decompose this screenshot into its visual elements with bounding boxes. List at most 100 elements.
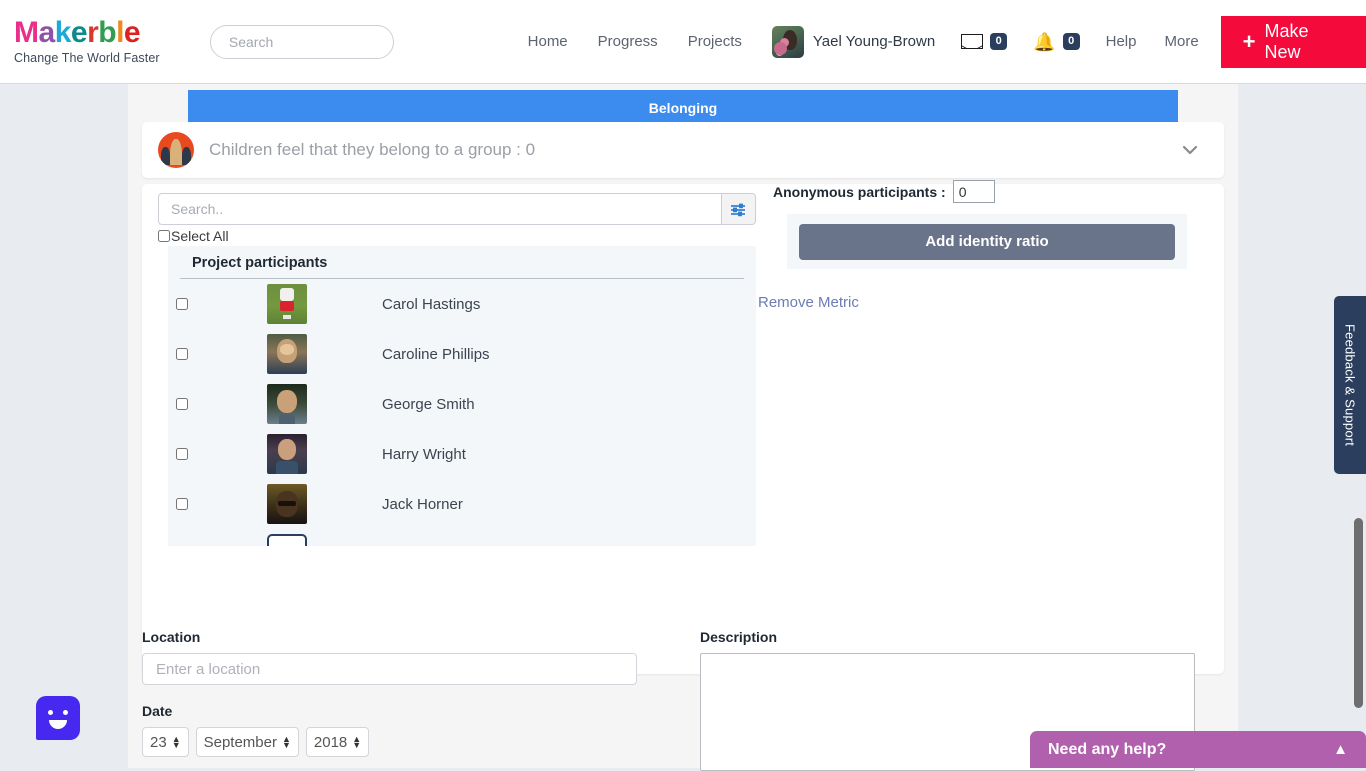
section-banner-belonging: Belonging xyxy=(188,90,1178,126)
metric-detail-panel: Select All Project participants Carol Ha… xyxy=(142,180,1224,674)
group-people-icon xyxy=(158,132,194,168)
make-new-label: Make New xyxy=(1264,20,1309,62)
participant-photo xyxy=(267,334,307,374)
sliders-icon xyxy=(731,203,745,216)
participant-search-row xyxy=(158,193,756,225)
participant-photo xyxy=(267,284,307,324)
month-stepper[interactable]: September ▲ ▼ xyxy=(195,727,299,757)
metric-title: Children feel that they belong to a grou… xyxy=(209,140,536,159)
participant-photo xyxy=(267,484,307,524)
user-account-chip[interactable]: Yael Young-Brown xyxy=(771,25,936,58)
select-all-row[interactable]: Select All xyxy=(158,228,229,244)
participants-list[interactable]: Project participants Carol Hastings Carol… xyxy=(168,246,756,546)
participants-rows: Carol Hastings Caroline Phillips George Sm… xyxy=(168,279,756,546)
year-value: 2018 xyxy=(313,733,348,751)
chat-eye-left xyxy=(48,710,53,715)
user-name-label: Yael Young-Brown xyxy=(812,33,936,50)
brand-letter-1: a xyxy=(38,16,56,49)
brand-letter-3: e xyxy=(70,16,88,49)
select-all-label: Select All xyxy=(171,228,229,244)
brand-letter-4: r xyxy=(87,16,99,49)
primary-nav-links: Home Progress Projects xyxy=(528,33,742,50)
brand-letter-2: k xyxy=(54,16,72,49)
table-row[interactable]: Harry Wright xyxy=(168,429,756,479)
participants-list-header: Project participants xyxy=(180,246,744,279)
nav-link-progress[interactable]: Progress xyxy=(598,33,658,50)
day-stepper[interactable]: 23 ▲ ▼ xyxy=(142,727,189,757)
table-row[interactable]: George Smith xyxy=(168,379,756,429)
participant-name: Jack Horner xyxy=(382,495,463,513)
anonymous-participants-input[interactable] xyxy=(952,180,995,203)
description-label: Description xyxy=(700,629,778,645)
feedback-support-tab[interactable]: Feedback & Support xyxy=(1334,296,1366,474)
page-content: Belonging Children feel that they belong… xyxy=(128,84,1238,771)
participant-name: Harry Wright xyxy=(382,445,466,463)
top-navigation-bar: Makerble Change The World Faster Home Pr… xyxy=(0,0,1366,84)
brand-letter-7: e xyxy=(123,16,141,49)
envelope-icon xyxy=(961,34,984,49)
month-value: September xyxy=(203,733,277,751)
brand-wordmark: Makerble xyxy=(14,18,180,48)
avatar xyxy=(771,25,804,58)
stepper-arrows-icon: ▲ ▼ xyxy=(352,734,362,750)
feedback-support-label: Feedback & Support xyxy=(1342,323,1358,447)
year-stepper[interactable]: 2018 ▲ ▼ xyxy=(305,727,370,757)
select-all-checkbox[interactable] xyxy=(158,230,170,242)
chevron-up-icon[interactable]: ▲ xyxy=(1333,741,1348,758)
participant-checkbox[interactable] xyxy=(176,448,188,460)
nav-link-more[interactable]: More xyxy=(1164,33,1198,50)
brand-letter-0: M xyxy=(14,16,39,49)
participant-photo xyxy=(267,534,307,546)
brand-letter-5: b xyxy=(98,16,117,49)
participant-checkbox[interactable] xyxy=(176,298,188,310)
participant-photo xyxy=(267,434,307,474)
anonymous-participants-label: Anonymous participants : xyxy=(773,183,946,200)
nav-link-home[interactable]: Home xyxy=(528,33,568,50)
filter-button[interactable] xyxy=(722,193,756,225)
messages-button[interactable]: 0 xyxy=(961,33,1008,50)
messages-count-badge: 0 xyxy=(990,33,1008,50)
section-banner-title: Belonging xyxy=(648,100,718,116)
participant-search-input[interactable] xyxy=(158,193,722,225)
participant-checkbox[interactable] xyxy=(176,498,188,510)
chevron-down-icon[interactable] xyxy=(1180,140,1200,160)
page-scrollbar-thumb[interactable] xyxy=(1354,518,1363,708)
add-identity-ratio-container: Add identity ratio xyxy=(787,214,1187,269)
brand-letter-6: l xyxy=(116,16,124,49)
location-input[interactable] xyxy=(142,653,637,685)
nav-link-projects[interactable]: Projects xyxy=(688,33,742,50)
table-row[interactable]: Jack Horner xyxy=(168,479,756,529)
participant-name: James Holden xyxy=(382,546,478,547)
plus-icon: + xyxy=(1242,28,1256,54)
remove-metric-link[interactable]: Remove Metric xyxy=(758,294,859,311)
table-row[interactable]: Caroline Phillips xyxy=(168,329,756,379)
participant-checkbox[interactable] xyxy=(176,348,188,360)
add-identity-ratio-button[interactable]: Add identity ratio xyxy=(799,223,1175,260)
chat-eye-right xyxy=(63,710,68,715)
participant-photo xyxy=(267,384,307,424)
bell-icon: 🔔 xyxy=(1033,31,1056,52)
nav-link-help[interactable]: Help xyxy=(1106,33,1137,50)
participant-checkbox[interactable] xyxy=(176,398,188,410)
table-row[interactable]: Carol Hastings xyxy=(168,279,756,329)
participant-name: George Smith xyxy=(382,395,475,413)
participant-name: Caroline Phillips xyxy=(382,345,490,363)
day-value: 23 xyxy=(150,733,167,751)
brand-tagline: Change The World Faster xyxy=(14,51,160,65)
brand-logo[interactable]: Makerble Change The World Faster xyxy=(14,18,180,66)
chat-smiley-icon[interactable] xyxy=(36,696,80,740)
stepper-arrows-icon: ▲ ▼ xyxy=(171,734,181,750)
anonymous-participants-row: Anonymous participants : xyxy=(773,180,995,203)
global-search-box[interactable] xyxy=(209,24,394,59)
table-row[interactable]: James Holden xyxy=(168,529,756,546)
make-new-button[interactable]: + Make New xyxy=(1220,15,1366,68)
notifications-count-badge: 0 xyxy=(1062,33,1080,50)
need-help-bar[interactable]: Need any help? ▲ xyxy=(1030,731,1366,768)
participant-name: Carol Hastings xyxy=(382,295,481,313)
notifications-button[interactable]: 🔔 0 xyxy=(1033,31,1080,52)
chat-mouth xyxy=(49,720,67,729)
stepper-arrows-icon: ▲ ▼ xyxy=(281,734,291,750)
metric-header-card: Children feel that they belong to a grou… xyxy=(142,122,1224,178)
search-input[interactable] xyxy=(226,32,377,51)
need-help-label: Need any help? xyxy=(1048,740,1167,758)
